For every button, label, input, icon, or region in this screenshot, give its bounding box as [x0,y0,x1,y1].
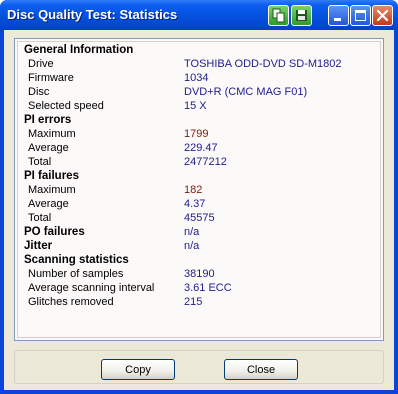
minimize-icon[interactable] [328,5,349,26]
window-title: Disc Quality Test: Statistics [7,7,178,22]
pi-errors-total-value: 2477212 [184,156,227,168]
section-po-failures: PO failures [24,226,85,238]
pi-errors-maximum-label: Maximum [28,128,76,140]
title-bar[interactable]: Disc Quality Test: Statistics [0,0,398,30]
pi-failures-total-value: 45575 [184,212,215,224]
firmware-value: 1034 [184,72,209,84]
save-icon[interactable] [291,5,312,26]
copy-to-clipboard-icon[interactable] [268,5,289,26]
section-scanning-statistics: Scanning statistics [24,254,129,266]
glitches-removed-label: Glitches removed [28,296,114,308]
jitter-value: n/a [184,240,200,252]
pi-failures-average-label: Average [28,198,69,210]
selected-speed-label: Selected speed [28,100,104,112]
dialog-client-area: General Information Drive TOSHIBA ODD-DV… [4,30,394,390]
copy-button[interactable]: Copy [101,359,175,380]
firmware-label: Firmware [28,72,74,84]
statistics-panel: General Information Drive TOSHIBA ODD-DV… [14,38,384,341]
number-of-samples-label: Number of samples [28,268,124,280]
average-scanning-interval-label: Average scanning interval [28,282,155,294]
statistics-list: General Information Drive TOSHIBA ODD-DV… [17,41,381,338]
statistics-window: Disc Quality Test: Statistics General In… [0,0,398,394]
section-pi-errors: PI errors [24,114,72,126]
pi-errors-average-value: 229.47 [184,142,218,154]
drive-label: Drive [28,58,54,70]
pi-failures-maximum-label: Maximum [28,184,76,196]
section-pi-failures: PI failures [24,170,79,182]
po-failures-value: n/a [184,226,200,238]
section-jitter: Jitter [24,240,53,252]
pi-failures-maximum-value: 182 [184,184,203,196]
maximize-icon[interactable] [350,5,371,26]
close-icon[interactable] [372,5,393,26]
pi-errors-average-label: Average [28,142,69,154]
glitches-removed-value: 215 [184,296,203,308]
section-general-information: General Information [24,44,134,56]
pi-errors-maximum-value: 1799 [184,128,209,140]
close-button[interactable]: Close [224,359,298,380]
pi-failures-average-value: 4.37 [184,198,206,210]
pi-failures-total-label: Total [28,212,52,224]
selected-speed-value: 15 X [184,100,207,112]
pi-errors-total-label: Total [28,156,52,168]
drive-value: TOSHIBA ODD-DVD SD-M1802 [184,58,342,70]
disc-value: DVD+R (CMC MAG F01) [184,86,308,98]
average-scanning-interval-value: 3.61 ECC [184,282,232,294]
disc-label: Disc [28,86,50,98]
number-of-samples-value: 38190 [184,268,215,280]
button-bar: Copy Close [14,350,384,384]
